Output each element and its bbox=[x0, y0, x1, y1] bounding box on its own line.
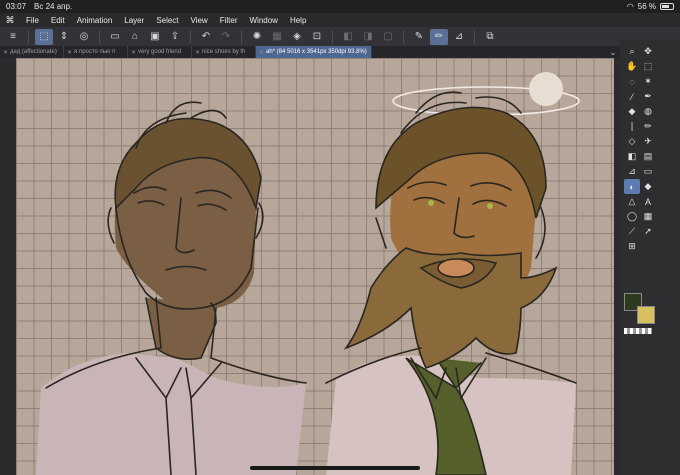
menu-icon[interactable]: ≡ bbox=[4, 29, 22, 45]
open-folder-icon[interactable]: ⌂ bbox=[126, 29, 144, 45]
highlight-icon[interactable]: ◐ bbox=[624, 179, 640, 194]
tab-document[interactable]: ✕ very good friend bbox=[128, 46, 192, 58]
menu-file[interactable]: File bbox=[26, 16, 39, 25]
battery-percent: 56 % bbox=[637, 2, 656, 11]
save-icon[interactable]: ▣ bbox=[146, 29, 164, 45]
menu-select[interactable]: Select bbox=[156, 16, 178, 25]
artwork bbox=[36, 72, 580, 475]
transparent-color-swatch[interactable] bbox=[624, 328, 652, 334]
export-icon[interactable]: ⇪ bbox=[166, 29, 184, 45]
menu-window[interactable]: Window bbox=[250, 16, 278, 25]
fill-icon[interactable]: ◧ bbox=[624, 149, 640, 164]
pencil-icon[interactable]: ✏ bbox=[430, 28, 448, 45]
square-icon[interactable]: ▢ bbox=[379, 29, 397, 45]
tab-document[interactable]: ✕ дед (affectionate) bbox=[0, 46, 64, 58]
airbrush-icon[interactable]: ✈ bbox=[640, 134, 656, 149]
sub-color-swatch[interactable] bbox=[637, 306, 655, 324]
figure-icon[interactable]: △ bbox=[624, 194, 640, 209]
eyedropper-icon[interactable]: ⁄ bbox=[624, 89, 640, 104]
document-tabs: ✕ дед (affectionate) ✕ я просто пью n ✕ ver… bbox=[0, 46, 620, 58]
menu-help[interactable]: Help bbox=[290, 16, 306, 25]
undo-icon[interactable]: ↶ bbox=[197, 29, 215, 45]
tab-document[interactable]: ✕ nice shoes by th bbox=[192, 46, 256, 58]
tool-palette: ⌕ ✥ ✋ ⬚ ◌ ✶ ⁄ ✒ ◆ ◍ ❘ ✏ ◇ ✈ ◧ ▤ ⊿ ▭ ◐ ◆ △ A ◯ ▦ ⟋ ➚ ⊞ bbox=[620, 40, 680, 475]
wifi-icon: ◠ bbox=[626, 2, 634, 11]
left-portrait bbox=[36, 101, 307, 475]
lasso-icon[interactable]: ◌ bbox=[624, 74, 640, 89]
drop-icon[interactable]: ◆ bbox=[624, 104, 640, 119]
spinner-icon[interactable]: ⇕ bbox=[55, 29, 73, 45]
gradient-icon[interactable]: ▤ bbox=[640, 149, 656, 164]
hand-icon[interactable]: ✋ bbox=[624, 59, 640, 74]
blur-icon[interactable]: ◍ bbox=[640, 104, 656, 119]
tab-document-active[interactable]: ✕ ah* (84 5016 x 3541px 350dpi 93.8%) bbox=[256, 46, 372, 58]
move-icon[interactable]: ✥ bbox=[640, 44, 656, 59]
pen-icon[interactable]: ✎ bbox=[410, 29, 428, 45]
redo-icon[interactable]: ↷ bbox=[217, 29, 235, 45]
drawing-canvas[interactable] bbox=[16, 58, 614, 475]
transform-icon[interactable]: ⊡ bbox=[308, 29, 326, 45]
fill-icon[interactable]: ◎ bbox=[75, 29, 93, 45]
left-gutter bbox=[0, 58, 16, 475]
close-icon[interactable]: ✕ bbox=[131, 49, 136, 56]
text-icon[interactable]: A bbox=[640, 194, 656, 209]
menu-view[interactable]: View bbox=[191, 16, 208, 25]
menu-layer[interactable]: Layer bbox=[124, 16, 144, 25]
copy-icon[interactable]: ⧉ bbox=[481, 29, 499, 45]
zoom-icon[interactable]: ⌕ bbox=[624, 44, 640, 59]
close-icon[interactable]: ✕ bbox=[67, 49, 72, 56]
right-portrait bbox=[325, 72, 580, 475]
home-indicator bbox=[250, 466, 420, 470]
command-bar: ≡ ⬚ ⇕ ◎ ▭ ⌂ ▣ ⇪ ↶ ↷ ✺ ▦ ◈ ⊡ ◧ ◨ ▢ ✎ ✏ ⊿ … bbox=[0, 27, 680, 46]
marker-icon[interactable]: ◆ bbox=[640, 179, 656, 194]
menu-filter[interactable]: Filter bbox=[220, 16, 238, 25]
pen-icon[interactable]: ✒ bbox=[640, 89, 656, 104]
marquee-icon[interactable]: ⬚ bbox=[640, 59, 656, 74]
tab-document[interactable]: ✕ я просто пью n bbox=[64, 46, 128, 58]
select-arrow-icon[interactable]: ➚ bbox=[640, 224, 656, 239]
ruler-pen-icon[interactable]: ◧ bbox=[339, 29, 357, 45]
pencil-icon[interactable]: ✏ bbox=[640, 119, 656, 134]
lasso-spin-icon[interactable]: ✺ bbox=[248, 29, 266, 45]
menu-animation[interactable]: Animation bbox=[77, 16, 113, 25]
battery-icon bbox=[660, 3, 674, 10]
date: Вс 24 апр. bbox=[34, 2, 73, 11]
ruler-icon[interactable]: ⊿ bbox=[450, 29, 468, 45]
brush-icon[interactable]: ❘ bbox=[624, 119, 640, 134]
new-file-icon[interactable]: ▭ bbox=[106, 29, 124, 45]
clip-studio-logo-icon[interactable]: ⌘ bbox=[4, 15, 16, 26]
line-icon[interactable]: ⟋ bbox=[624, 224, 640, 239]
clear-icon[interactable]: ▦ bbox=[268, 29, 286, 45]
ios-status-bar: 03:07 Вс 24 апр. ◠ 56 % bbox=[0, 0, 680, 13]
rect-icon[interactable]: ▭ bbox=[640, 164, 656, 179]
menu-edit[interactable]: Edit bbox=[51, 16, 65, 25]
magic-wand-icon[interactable]: ✶ bbox=[640, 74, 656, 89]
frame-icon[interactable]: ▦ bbox=[640, 209, 656, 224]
pen-small-icon[interactable]: ◨ bbox=[359, 29, 377, 45]
menu-bar: ⌘ File Edit Animation Layer Select View … bbox=[0, 13, 680, 27]
fill-bucket-icon[interactable]: ◈ bbox=[288, 29, 306, 45]
close-icon[interactable]: ✕ bbox=[259, 49, 264, 56]
tool-grid: ⌕ ✥ ✋ ⬚ ◌ ✶ ⁄ ✒ ◆ ◍ ❘ ✏ ◇ ✈ ◧ ▤ ⊿ ▭ ◐ ◆ △ A ◯ ▦ ⟋ ➚ ⊞ bbox=[624, 44, 656, 254]
close-icon[interactable]: ✕ bbox=[3, 49, 8, 56]
ruler-icon[interactable]: ⊿ bbox=[624, 164, 640, 179]
balloon-icon[interactable]: ◯ bbox=[624, 209, 640, 224]
clock: 03:07 bbox=[6, 2, 27, 11]
eraser-icon[interactable]: ◇ bbox=[624, 134, 640, 149]
select-layer-icon[interactable]: ⬚ bbox=[35, 28, 53, 45]
close-icon[interactable]: ✕ bbox=[195, 49, 200, 56]
transform-icon[interactable]: ⊞ bbox=[624, 239, 640, 254]
chevron-down-icon[interactable]: ⌄ bbox=[606, 46, 620, 58]
